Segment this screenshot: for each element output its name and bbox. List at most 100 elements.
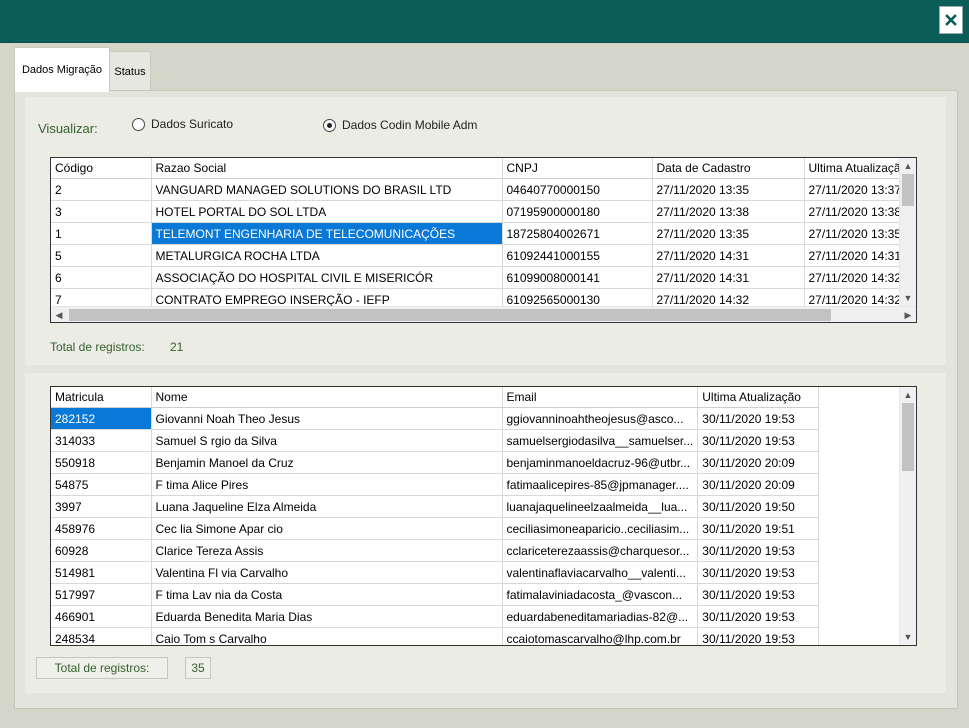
table-cell[interactable]: ASSOCIAÇÃO DO HOSPITAL CIVIL E MISERICÓR [151, 266, 503, 289]
table-cell[interactable]: Cec lia Simone Apar cio [151, 517, 503, 540]
table-row[interactable]: 282152 Giovanni Noah Theo Jesus ggiovannin… [51, 407, 820, 430]
radio-dados-suricato[interactable]: Dados Suricato [132, 117, 233, 131]
table-row[interactable]: 2 VANGUARD MANAGED SOLUTIONS DO BRASIL LT… [51, 178, 913, 201]
table-cell[interactable]: 466901 [51, 605, 152, 628]
table-row[interactable]: 466901 Eduarda Benedita Maria Dias eduarda… [51, 605, 820, 628]
table-cell[interactable]: fatimalaviniadacosta_@vascon... [502, 583, 699, 606]
table-cell[interactable]: 61092441000155 [502, 244, 653, 267]
scroll-down-icon[interactable]: ▼ [900, 290, 916, 306]
table-cell[interactable]: ggiovanninoahtheojesus@asco... [502, 407, 699, 430]
empresas-vertical-scrollbar[interactable]: ▲ ▼ [899, 158, 916, 306]
table-row[interactable]: 248534 Caio Tom s Carvalho ccaiotomascarva… [51, 627, 820, 645]
table-cell[interactable]: 5 [51, 244, 152, 267]
table-cell[interactable]: fatimaalicepires-85@jpmanager.... [502, 473, 699, 496]
table-cell[interactable]: 27/11/2020 13:35 [652, 178, 805, 201]
table-cell[interactable]: 30/11/2020 19:53 [697, 407, 820, 430]
tab-dados-migracao[interactable]: Dados Migração [14, 47, 110, 92]
table-cell[interactable]: 27/11/2020 14:32 [804, 266, 913, 289]
table-row[interactable]: 514981 Valentina Fl via Carvalho valentina… [51, 561, 820, 584]
table-cell[interactable]: 27/11/2020 14:31 [652, 244, 805, 267]
table-cell[interactable]: samuelsergiodasilva__samuelser... [502, 429, 699, 452]
table-cell[interactable]: Giovanni Noah Theo Jesus [151, 407, 503, 430]
scroll-right-icon[interactable]: ▶ [900, 307, 916, 322]
table-row[interactable]: 1 TELEMONT ENGENHARIA DE TELECOMUNICAÇÕES… [51, 222, 913, 245]
column-header[interactable]: Matricula [51, 387, 152, 408]
table-cell[interactable]: 27/11/2020 13:38 [804, 200, 913, 223]
table-cell[interactable]: Eduarda Benedita Maria Dias [151, 605, 503, 628]
column-header[interactable]: Código [51, 158, 152, 179]
table-cell[interactable]: 550918 [51, 451, 152, 474]
table-cell[interactable]: 30/11/2020 19:51 [697, 517, 820, 540]
scroll-thumb[interactable] [902, 174, 914, 206]
table-cell[interactable]: 30/11/2020 19:50 [697, 495, 820, 518]
table-cell[interactable]: 61099008000141 [502, 266, 653, 289]
table-cell[interactable]: luanajaquelineelzaalmeida__lua... [502, 495, 699, 518]
table-cell[interactable]: 60928 [51, 539, 152, 562]
table-cell[interactable]: eduardabeneditamariadias-82@... [502, 605, 699, 628]
table-cell[interactable]: 248534 [51, 627, 152, 645]
table-cell[interactable]: 30/11/2020 19:53 [697, 583, 820, 606]
table-row[interactable]: 314033 Samuel S rgio da Silva samuelsergio… [51, 429, 820, 452]
table-cell[interactable]: 07195900000180 [502, 200, 653, 223]
table-cell[interactable]: Benjamin Manoel da Cruz [151, 451, 503, 474]
table-cell[interactable]: 2 [51, 178, 152, 201]
table-cell[interactable]: Caio Tom s Carvalho [151, 627, 503, 645]
table-cell[interactable]: benjaminmanoeldacruz-96@utbr... [502, 451, 699, 474]
table-cell[interactable]: 54875 [51, 473, 152, 496]
table-cell[interactable]: 30/11/2020 19:53 [697, 539, 820, 562]
table-cell[interactable]: 282152 [51, 407, 152, 430]
table-cell[interactable]: ccaiotomascarvalho@lhp.com.br [502, 627, 699, 645]
column-header[interactable]: Ultima Atualização [697, 387, 820, 408]
table-row[interactable]: 60928 Clarice Tereza Assis cclariceterezaa… [51, 539, 820, 562]
table-cell[interactable]: HOTEL PORTAL DO SOL LTDA [151, 200, 503, 223]
table-cell[interactable]: 27/11/2020 13:38 [652, 200, 805, 223]
column-header[interactable]: CNPJ [502, 158, 653, 179]
scroll-left-icon[interactable]: ◀ [51, 307, 67, 322]
table-cell[interactable]: F tima Lav nia da Costa [151, 583, 503, 606]
table-cell[interactable]: 3997 [51, 495, 152, 518]
table-row[interactable]: 3 HOTEL PORTAL DO SOL LTDA 07195900000180 2… [51, 200, 913, 223]
column-header[interactable]: Data de Cadastro [652, 158, 805, 179]
table-cell[interactable]: TELEMONT ENGENHARIA DE TELECOMUNICAÇÕES [151, 222, 503, 245]
table-cell[interactable]: 04640770000150 [502, 178, 653, 201]
table-cell[interactable]: 514981 [51, 561, 152, 584]
scroll-down-icon[interactable]: ▼ [900, 629, 916, 645]
table-cell[interactable]: 30/11/2020 19:53 [697, 605, 820, 628]
table-cell[interactable]: Clarice Tereza Assis [151, 539, 503, 562]
table-cell[interactable]: 27/11/2020 13:35 [804, 222, 913, 245]
table-cell[interactable]: Valentina Fl via Carvalho [151, 561, 503, 584]
column-header[interactable]: Razao Social [151, 158, 503, 179]
table-cell[interactable]: 458976 [51, 517, 152, 540]
table-row[interactable]: 54875 F tima Alice Pires fatimaalicepires-… [51, 473, 820, 496]
table-row[interactable]: 458976 Cec lia Simone Apar cio ceciliasimo… [51, 517, 820, 540]
usuarios-grid[interactable]: Matricula Nome Email Ultima Atualização 282… [50, 386, 917, 646]
close-button[interactable] [939, 6, 963, 34]
table-row[interactable]: 517997 F tima Lav nia da Costa fatimalavin… [51, 583, 820, 606]
table-cell[interactable]: ceciliasimoneaparicio..ceciliasim... [502, 517, 699, 540]
table-cell[interactable]: 27/11/2020 13:35 [652, 222, 805, 245]
table-cell[interactable]: 30/11/2020 19:53 [697, 561, 820, 584]
scroll-thumb[interactable] [902, 403, 914, 471]
empresas-grid[interactable]: Código Razao Social CNPJ Data de Cadastro Ul… [50, 157, 917, 323]
empresas-horizontal-scrollbar[interactable]: ◀ ▶ [51, 306, 916, 322]
usuarios-vertical-scrollbar[interactable]: ▲ ▼ [899, 387, 916, 645]
table-cell[interactable]: 27/11/2020 14:31 [652, 266, 805, 289]
table-row[interactable]: 3997 Luana Jaqueline Elza Almeida luanajaq… [51, 495, 820, 518]
table-row[interactable]: 550918 Benjamin Manoel da Cruz benjaminman… [51, 451, 820, 474]
scroll-up-icon[interactable]: ▲ [900, 158, 916, 174]
table-row[interactable]: 5 METALURGICA ROCHA LTDA 61092441000155 27/… [51, 244, 913, 267]
table-cell[interactable]: 27/11/2020 13:37 [804, 178, 913, 201]
table-cell[interactable]: 18725804002671 [502, 222, 653, 245]
table-cell[interactable]: F tima Alice Pires [151, 473, 503, 496]
table-row[interactable]: 6 ASSOCIAÇÃO DO HOSPITAL CIVIL E MISERICÓ… [51, 266, 913, 289]
table-cell[interactable]: Luana Jaqueline Elza Almeida [151, 495, 503, 518]
table-cell[interactable]: valentinaflaviacarvalho__valenti... [502, 561, 699, 584]
table-cell[interactable]: 6 [51, 266, 152, 289]
column-header[interactable]: Ultima Atualização [804, 158, 913, 179]
table-cell[interactable]: 517997 [51, 583, 152, 606]
table-cell[interactable]: cclariceterezaassis@charquesor... [502, 539, 699, 562]
table-cell[interactable]: 30/11/2020 20:09 [697, 451, 820, 474]
scroll-up-icon[interactable]: ▲ [900, 387, 916, 403]
table-cell[interactable]: 30/11/2020 20:09 [697, 473, 820, 496]
scroll-thumb[interactable] [69, 309, 831, 321]
